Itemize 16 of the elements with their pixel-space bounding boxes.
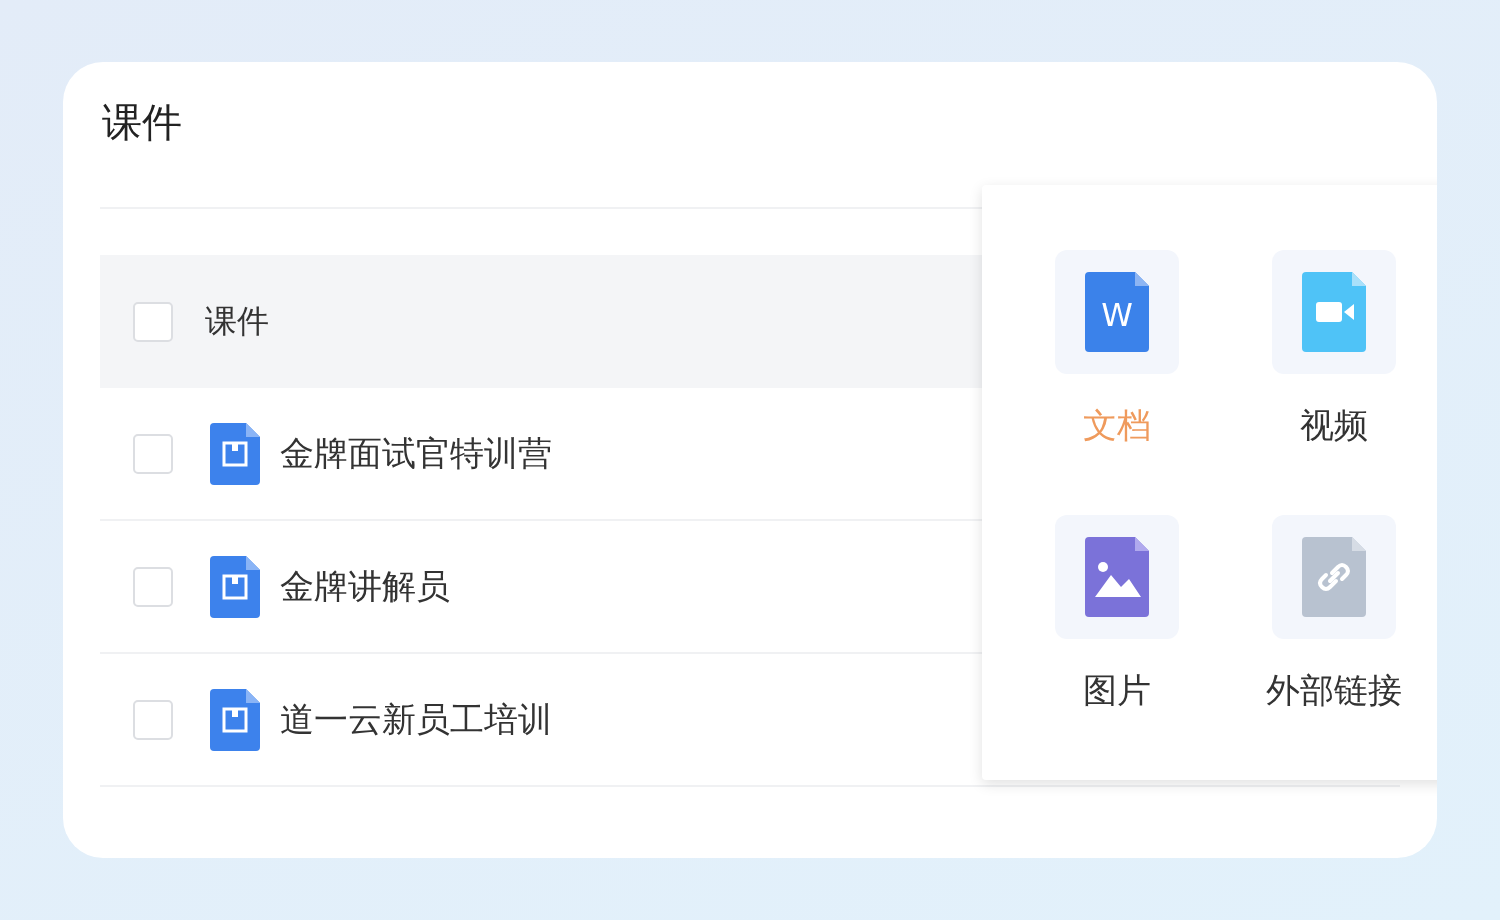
document-icon: W xyxy=(1085,272,1149,352)
video-file-icon xyxy=(1302,272,1366,352)
link-file-icon xyxy=(1302,537,1366,617)
file-name: 金牌讲解员 xyxy=(280,564,450,608)
column-header: 课件 xyxy=(205,300,269,342)
checkbox[interactable] xyxy=(133,566,173,607)
file-icon xyxy=(210,555,260,618)
image-file-icon xyxy=(1085,537,1149,617)
checkbox[interactable] xyxy=(133,301,173,342)
file-name: 道一云新员工培训 xyxy=(280,697,552,741)
file-icon xyxy=(210,688,260,751)
file-icon xyxy=(210,422,260,485)
checkbox[interactable] xyxy=(133,433,173,474)
file-name: 金牌面试官特训营 xyxy=(280,431,552,475)
checkbox[interactable] xyxy=(133,699,173,740)
page-title: 课件 xyxy=(102,98,182,147)
